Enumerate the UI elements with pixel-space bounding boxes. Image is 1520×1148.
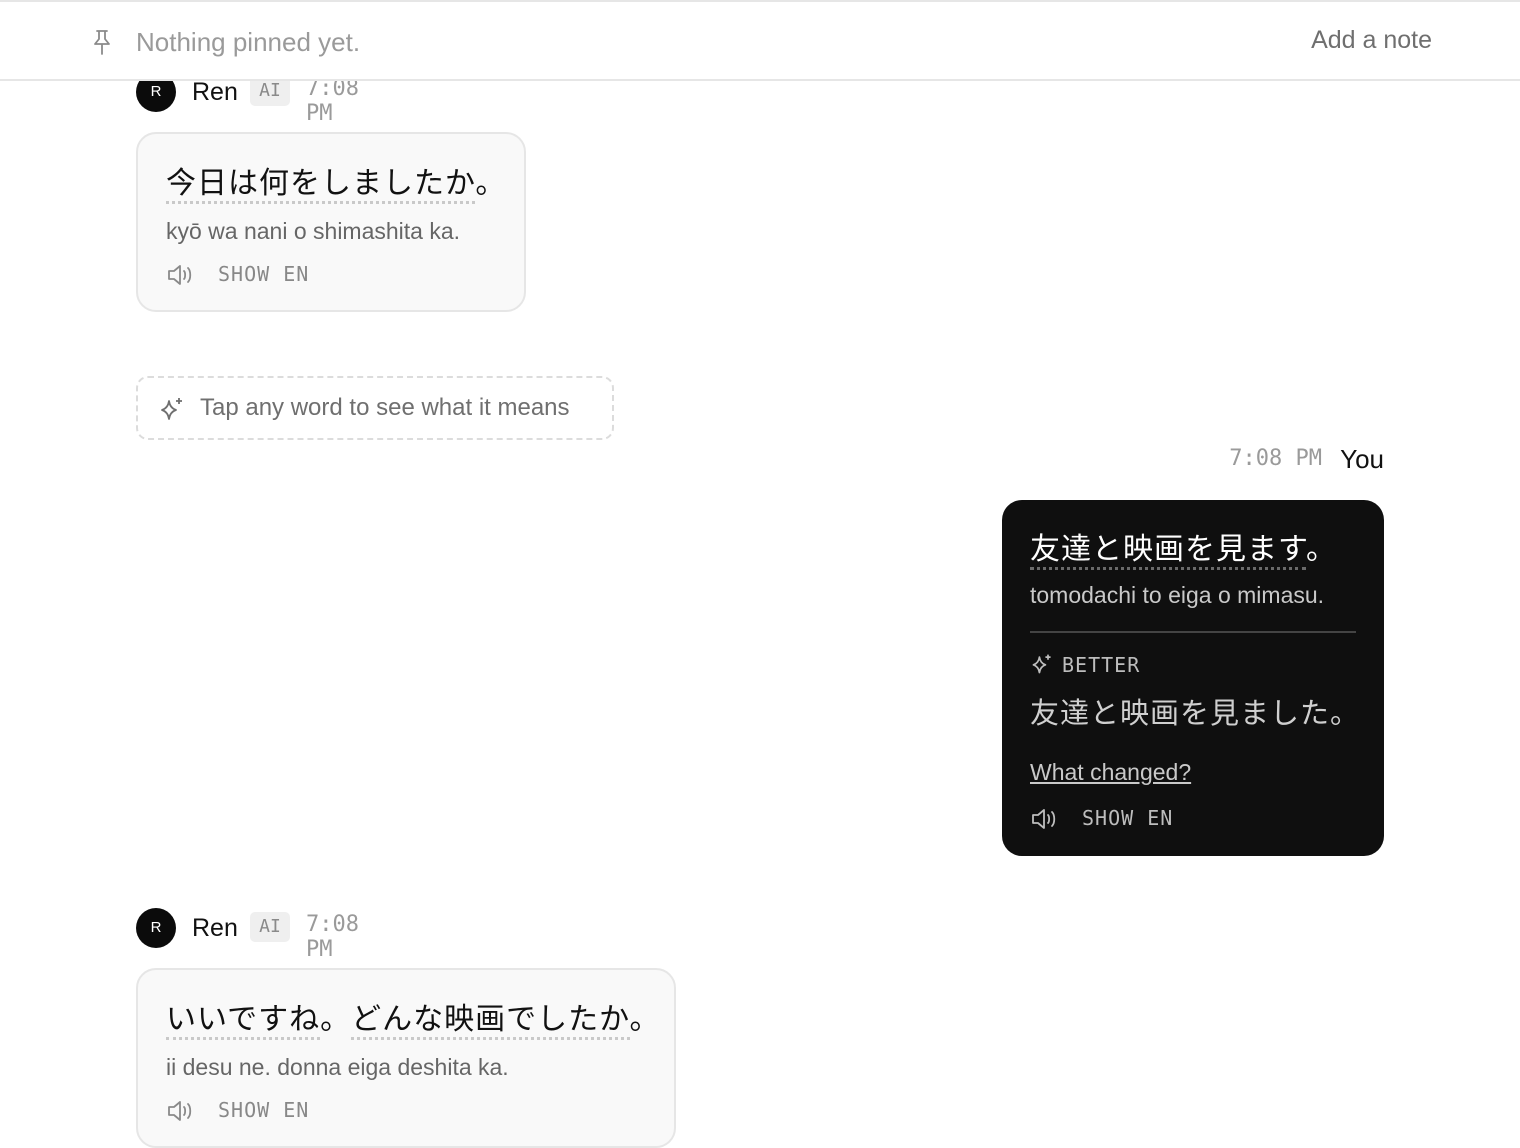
- punctuation: 。: [320, 1003, 352, 1036]
- correction-text: 友達と映画を見ました。: [1030, 698, 1361, 730]
- better-label: BETTER: [1062, 653, 1141, 677]
- add-note-button[interactable]: Add a note: [1311, 26, 1432, 55]
- speaker-icon[interactable]: [1030, 806, 1058, 832]
- speaker-icon[interactable]: [166, 262, 194, 288]
- pinned-bar: Nothing pinned yet. Add a note: [0, 0, 1520, 81]
- speaker-icon[interactable]: [166, 1098, 194, 1124]
- sender-name: Ren: [192, 78, 238, 106]
- sender-name: Ren: [192, 914, 238, 942]
- word[interactable]: 今日は何をしましたか: [166, 167, 476, 204]
- tap-word-hint[interactable]: Tap any word to see what it means: [136, 376, 614, 440]
- japanese-text: 友達と映画を見ます。: [1030, 524, 1337, 570]
- pinned-placeholder: Nothing pinned yet.: [136, 27, 361, 57]
- ai-message-bubble: 今日は何をしましたか。 kyō wa nani o shimashita ka.…: [136, 132, 526, 312]
- what-changed-link[interactable]: What changed?: [1030, 759, 1191, 786]
- punctuation: 。: [629, 1003, 661, 1036]
- romaji-text: ii desu ne. donna eiga deshita ka.: [166, 1054, 509, 1080]
- word[interactable]: どんな映画でしたか: [351, 1003, 630, 1040]
- romaji-text: kyō wa nani o shimashita ka.: [166, 218, 461, 244]
- show-english-button[interactable]: SHOW EN: [1082, 806, 1173, 830]
- sparkle-icon: [1032, 654, 1051, 674]
- divider: [1030, 631, 1356, 633]
- word[interactable]: いいですね: [166, 1003, 321, 1040]
- pin-icon[interactable]: [90, 28, 114, 56]
- ai-badge: AI: [250, 912, 290, 942]
- japanese-text: 今日は何をしましたか。: [166, 158, 507, 204]
- hint-text: Tap any word to see what it means: [200, 394, 570, 421]
- avatar: R: [136, 908, 176, 948]
- sparkle-icon: [161, 398, 182, 420]
- romaji-text: tomodachi to eiga o mimasu.: [1030, 582, 1325, 608]
- word[interactable]: 友達と映画を見ます: [1030, 533, 1306, 570]
- punctuation: 。: [1306, 533, 1337, 566]
- show-english-button[interactable]: SHOW EN: [218, 1098, 309, 1122]
- ai-message-bubble: いいですね。どんな映画でしたか。 ii desu ne. donna eiga …: [136, 968, 676, 1148]
- sender-name: You: [1340, 444, 1384, 474]
- message-time: 7:08 PM: [306, 912, 359, 962]
- message-time: 7:08 PM: [306, 76, 359, 126]
- user-message-bubble: 友達と映画を見ます。 tomodachi to eiga o mimasu. B…: [1002, 500, 1384, 856]
- show-english-button[interactable]: SHOW EN: [218, 262, 309, 286]
- punctuation: 。: [475, 167, 507, 200]
- japanese-text: いいですね。どんな映画でしたか。: [166, 994, 661, 1040]
- message-time: 7:08 PM: [1229, 446, 1322, 471]
